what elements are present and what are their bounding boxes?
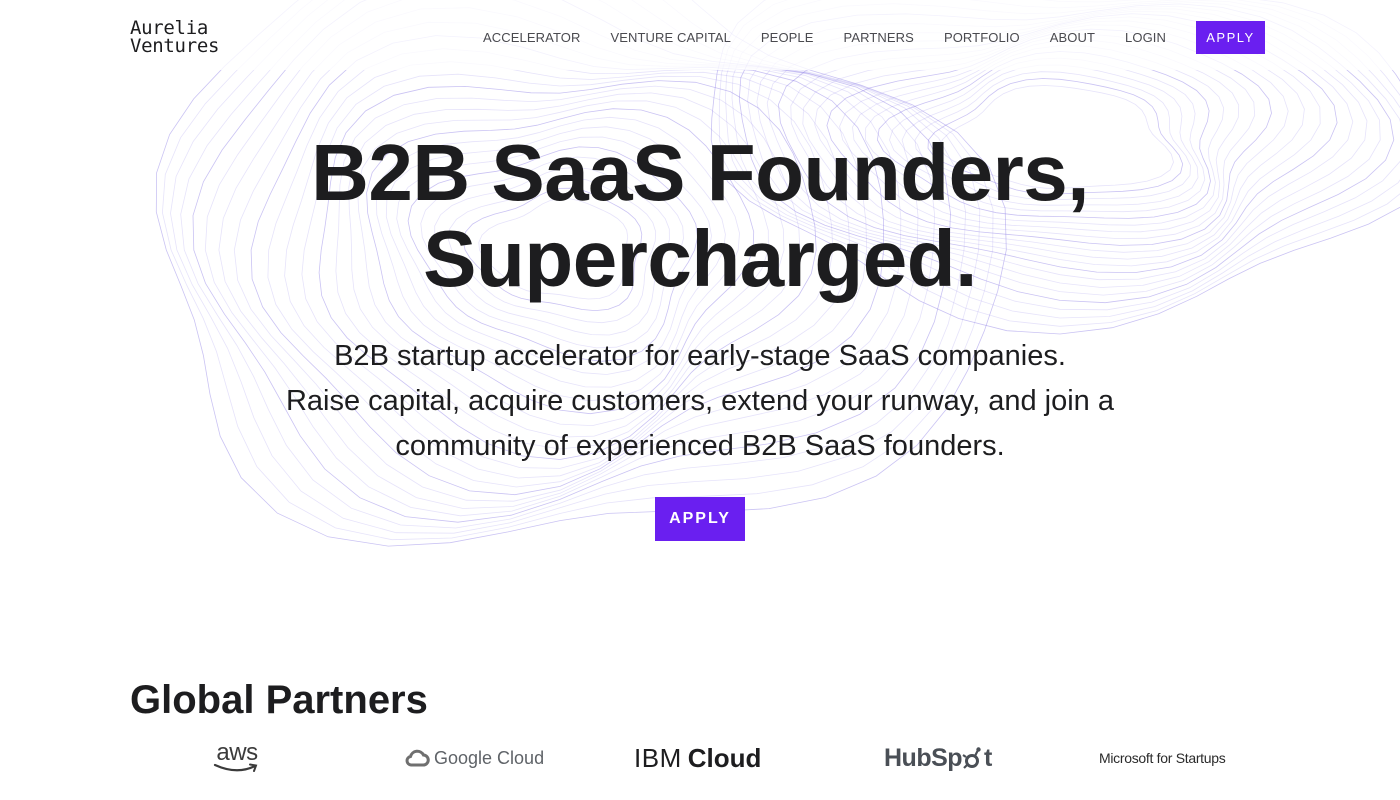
hero-title-line-2: Supercharged. bbox=[423, 214, 977, 303]
hero-subtitle-line-3: community of experienced B2B SaaS founde… bbox=[395, 430, 1005, 462]
amazon-smile-icon bbox=[213, 763, 258, 772]
aws-logo-text: aws bbox=[216, 739, 258, 766]
site-header: Aurelia Ventures ACCELERATOR VENTURE CAP… bbox=[0, 0, 1400, 70]
hero-title: B2B SaaS Founders, Supercharged. bbox=[0, 130, 1400, 302]
ibm-cloud-logo[interactable]: IBM Cloud bbox=[634, 737, 761, 779]
nav-link-about[interactable]: ABOUT bbox=[1050, 30, 1095, 45]
nav-link-venture-capital[interactable]: VENTURE CAPITAL bbox=[610, 30, 730, 45]
nav-link-partners[interactable]: PARTNERS bbox=[844, 30, 914, 45]
hubspot-logo-text-a: HubSp bbox=[884, 743, 963, 772]
google-cloud-logo-text: Google Cloud bbox=[434, 747, 545, 768]
nav-link-accelerator[interactable]: ACCELERATOR bbox=[483, 30, 580, 45]
hero-apply-button[interactable]: APPLY bbox=[655, 497, 745, 541]
global-partners-heading: Global Partners bbox=[130, 678, 428, 722]
hero-subtitle-line-1: B2B startup accelerator for early-stage … bbox=[334, 340, 1066, 372]
aurelia-ventures-logo[interactable]: Aurelia Ventures bbox=[130, 19, 220, 57]
microsoft-for-startups-logo-text: Microsoft for Startups bbox=[1099, 750, 1226, 766]
cloud-icon bbox=[405, 749, 430, 767]
hero-subtitle: B2B startup accelerator for early-stage … bbox=[0, 334, 1400, 469]
hero-title-line-1: B2B SaaS Founders, bbox=[311, 128, 1089, 217]
ibm-logo-text: IBM bbox=[634, 742, 682, 773]
main-nav: ACCELERATOR VENTURE CAPITAL PEOPLE PARTN… bbox=[483, 21, 1265, 54]
hubspot-logo-text-b: t bbox=[984, 743, 992, 772]
nav-link-login[interactable]: LOGIN bbox=[1125, 30, 1166, 45]
header-apply-button[interactable]: APPLY bbox=[1196, 21, 1265, 54]
hubspot-logo[interactable]: HubSp t bbox=[884, 737, 992, 779]
ibm-cloud-logo-text: Cloud bbox=[687, 742, 762, 773]
nav-link-people[interactable]: PEOPLE bbox=[761, 30, 814, 45]
google-cloud-logo[interactable]: Google Cloud bbox=[404, 737, 544, 779]
nav-link-portfolio[interactable]: PORTFOLIO bbox=[944, 30, 1020, 45]
aws-logo[interactable]: aws bbox=[213, 737, 261, 779]
hero-subtitle-line-2: Raise capital, acquire customers, extend… bbox=[285, 385, 1114, 417]
microsoft-for-startups-logo[interactable]: Microsoft for Startups bbox=[1099, 737, 1226, 779]
sprocket-icon bbox=[962, 747, 981, 769]
hero-section: B2B SaaS Founders, Supercharged. B2B sta… bbox=[0, 130, 1400, 541]
partner-logo-row: aws Google Cloud IBM Cloud HubSp t Micro… bbox=[130, 737, 1270, 779]
logo-line-2: Ventures bbox=[130, 35, 220, 57]
